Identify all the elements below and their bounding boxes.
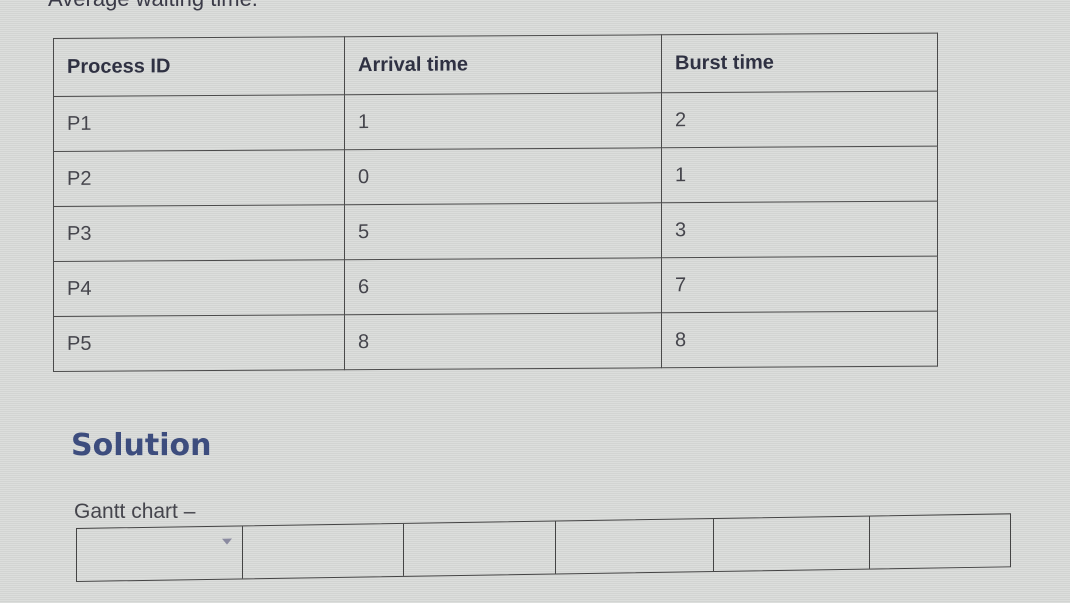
- gantt-cell[interactable]: [556, 518, 714, 574]
- cell-arrival-time: 8: [344, 312, 662, 370]
- table-row: P1 1 2: [53, 91, 938, 152]
- gantt-cell[interactable]: [714, 516, 870, 571]
- header-arrival-time: Arrival time: [344, 34, 662, 95]
- header-process-id: Process ID: [53, 36, 345, 97]
- cell-process-id: P4: [53, 259, 345, 317]
- cell-burst-time: 7: [661, 256, 938, 313]
- gantt-cell[interactable]: [77, 526, 243, 581]
- table-row: P3 5 3: [53, 201, 938, 262]
- table-row: P4 6 7: [53, 256, 938, 317]
- table-row: P2 0 1: [53, 146, 938, 207]
- dropdown-arrow-icon[interactable]: [222, 538, 232, 545]
- gantt-chart-label: Gantt chart –: [74, 500, 196, 523]
- cell-burst-time: 1: [661, 146, 938, 203]
- cell-burst-time: 2: [661, 91, 938, 148]
- previous-text-line: Average waiting time.: [48, 0, 258, 12]
- table-row: P5 8 8: [53, 311, 938, 372]
- gantt-cell[interactable]: [243, 523, 404, 579]
- gantt-chart-table: [76, 513, 1011, 582]
- cell-burst-time: 3: [661, 201, 938, 258]
- table-header-row: Process ID Arrival time Burst time: [53, 33, 938, 97]
- cell-process-id: P2: [53, 149, 345, 207]
- cell-arrival-time: 1: [344, 92, 662, 150]
- gantt-cell[interactable]: [870, 514, 1010, 568]
- cell-process-id: P3: [53, 204, 345, 262]
- cell-process-id: P1: [53, 94, 345, 152]
- cell-arrival-time: 6: [344, 257, 662, 315]
- cell-arrival-time: 5: [344, 202, 662, 260]
- solution-heading: Solution: [71, 428, 212, 463]
- header-burst-time: Burst time: [661, 33, 938, 93]
- cell-burst-time: 8: [661, 311, 938, 368]
- gantt-cell[interactable]: [404, 521, 556, 576]
- process-table: Process ID Arrival time Burst time P1 1 …: [53, 33, 938, 372]
- cell-process-id: P5: [53, 314, 345, 372]
- cell-arrival-time: 0: [344, 147, 662, 205]
